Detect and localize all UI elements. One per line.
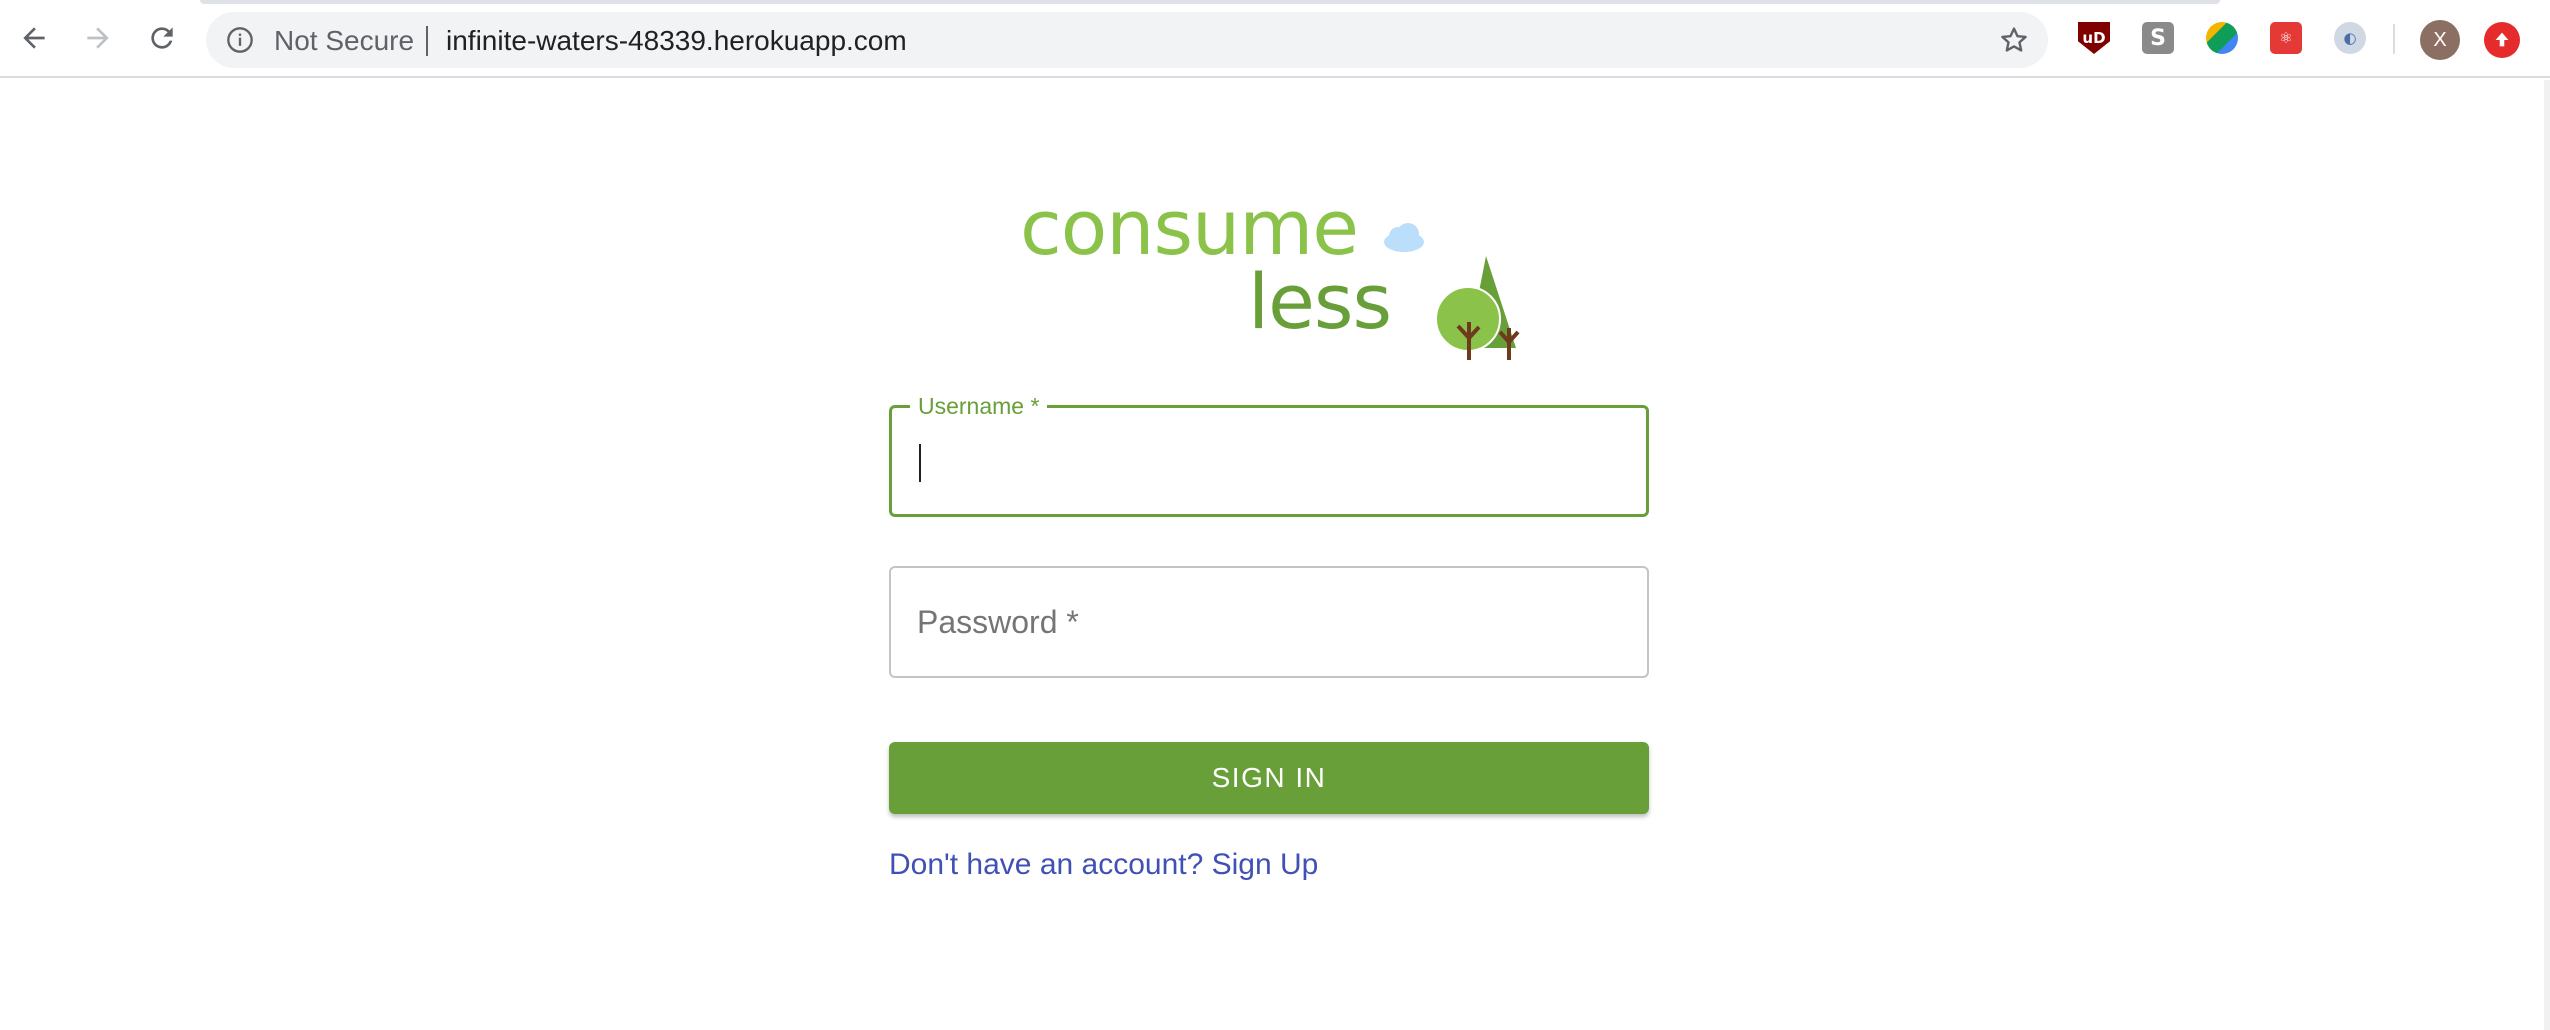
arrow-left-icon bbox=[23, 27, 45, 49]
trees-icon bbox=[1384, 223, 1520, 360]
logo-word-less: less bbox=[1248, 257, 1392, 346]
back-button[interactable] bbox=[14, 18, 54, 58]
arrow-up-icon bbox=[2495, 32, 2509, 47]
info-icon[interactable] bbox=[226, 26, 254, 54]
arrow-right-icon bbox=[87, 27, 109, 49]
s-extension-icon[interactable]: S bbox=[2142, 22, 2174, 54]
logo-word-consume: consume bbox=[1020, 183, 1359, 272]
react-devtools-icon[interactable]: ⚛ bbox=[2270, 22, 2302, 54]
browser-toolbar: Not Secure infinite-waters-48339.herokua… bbox=[0, 0, 2550, 78]
omnibox-divider bbox=[426, 26, 428, 56]
consume-less-logo: consume less bbox=[1020, 190, 1530, 360]
password-input[interactable] bbox=[891, 568, 1647, 676]
username-field[interactable]: Username * bbox=[889, 393, 1649, 517]
reload-icon bbox=[151, 27, 173, 49]
color-extension-icon[interactable] bbox=[2206, 22, 2238, 54]
reload-button[interactable] bbox=[142, 18, 182, 58]
address-bar[interactable]: Not Secure infinite-waters-48339.herokua… bbox=[206, 12, 2048, 68]
username-input[interactable] bbox=[892, 408, 1646, 514]
blue-extension-icon[interactable]: ◐ bbox=[2334, 22, 2366, 54]
ublock-icon[interactable]: uD bbox=[2078, 22, 2110, 54]
forward-button[interactable] bbox=[78, 18, 118, 58]
tab-strip-edge bbox=[200, 0, 2220, 4]
toolbar-separator bbox=[2393, 24, 2395, 54]
bookmark-star-icon[interactable] bbox=[1998, 24, 2030, 56]
update-icon[interactable] bbox=[2484, 22, 2520, 58]
security-status[interactable]: Not Secure bbox=[274, 25, 414, 57]
password-field[interactable]: Password * bbox=[889, 566, 1649, 678]
text-caret bbox=[919, 444, 921, 482]
scrollbar-track[interactable] bbox=[2544, 80, 2550, 1030]
sign-up-link[interactable]: Don't have an account? Sign Up bbox=[889, 848, 1318, 882]
sign-in-button[interactable]: SIGN IN bbox=[889, 742, 1649, 814]
url-text[interactable]: infinite-waters-48339.herokuapp.com bbox=[446, 25, 907, 57]
profile-avatar[interactable]: X bbox=[2420, 20, 2460, 60]
